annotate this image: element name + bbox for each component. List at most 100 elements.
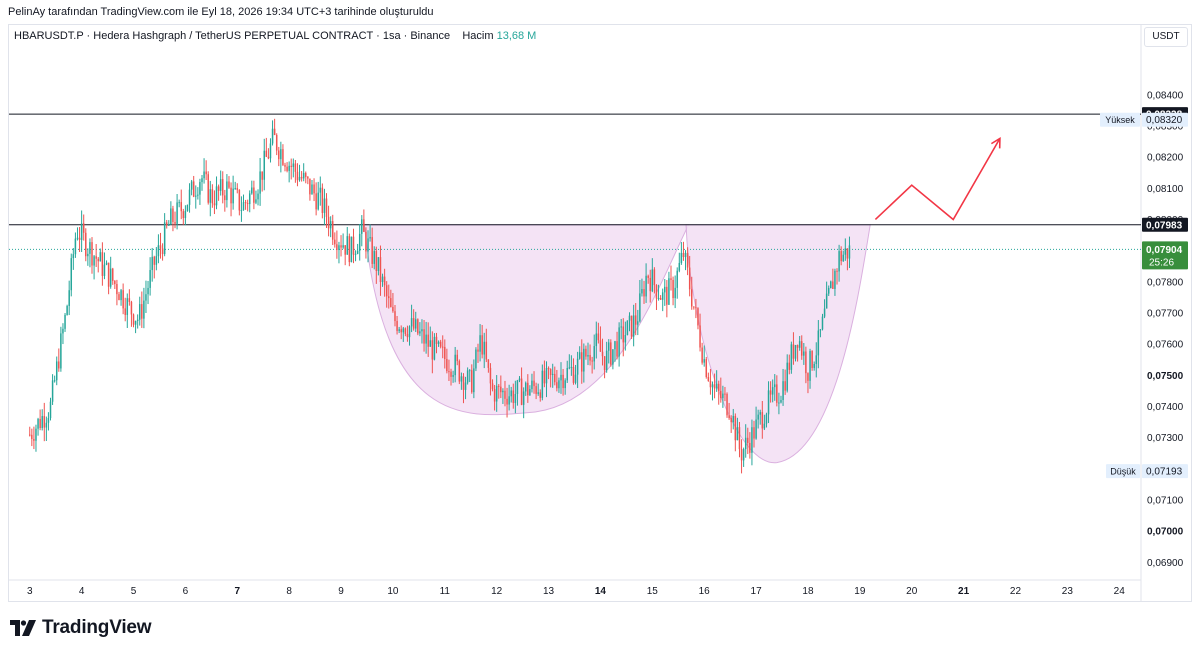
candle-body bbox=[728, 415, 730, 419]
candle-body bbox=[454, 354, 456, 376]
candle-body bbox=[340, 245, 342, 248]
candle-body bbox=[163, 222, 166, 255]
candle-body bbox=[491, 383, 494, 390]
candle-body bbox=[311, 184, 313, 195]
candle-body bbox=[230, 187, 232, 204]
candle-body bbox=[388, 296, 390, 299]
candle-body bbox=[448, 371, 450, 373]
x-tick-label: 23 bbox=[1062, 586, 1074, 597]
candle-body bbox=[423, 329, 425, 344]
candle-body bbox=[807, 373, 809, 381]
candle-body bbox=[414, 319, 417, 329]
candle-body bbox=[203, 171, 205, 179]
candle-body bbox=[248, 193, 251, 205]
candle-body bbox=[352, 236, 355, 255]
candle-body bbox=[539, 392, 542, 398]
candle-body bbox=[549, 369, 552, 375]
candle-body bbox=[500, 386, 502, 393]
candle-body bbox=[483, 341, 485, 355]
candle-body bbox=[217, 186, 220, 191]
candle-body bbox=[275, 134, 278, 151]
candle-body bbox=[734, 415, 737, 441]
x-tick-label: 5 bbox=[131, 586, 137, 597]
candle-body bbox=[246, 203, 249, 205]
x-tick-label: 15 bbox=[647, 586, 659, 597]
candle-body bbox=[788, 362, 791, 370]
candle-body bbox=[338, 245, 340, 251]
candle-body bbox=[255, 199, 257, 203]
candle-body bbox=[529, 389, 531, 396]
candle-body bbox=[444, 346, 446, 360]
candle-body bbox=[122, 290, 124, 309]
candle-body bbox=[263, 150, 266, 180]
y-tick-label: 0,07500 bbox=[1147, 371, 1184, 382]
candle-body bbox=[394, 311, 396, 322]
candle-body bbox=[180, 202, 182, 212]
candle-body bbox=[124, 308, 126, 315]
candle-body bbox=[296, 171, 299, 181]
candle-body bbox=[292, 163, 295, 167]
candle-body bbox=[116, 284, 118, 295]
tradingview-logo[interactable]: TradingView bbox=[10, 616, 152, 640]
candle-body bbox=[838, 251, 840, 272]
candle-body bbox=[566, 368, 568, 381]
candle-body bbox=[425, 334, 427, 344]
candle-body bbox=[506, 398, 508, 405]
candle-body bbox=[618, 327, 620, 357]
candle-body bbox=[601, 351, 604, 357]
candle-body bbox=[178, 202, 180, 204]
candle-body bbox=[647, 275, 649, 278]
candle-body bbox=[294, 163, 297, 172]
candle-body bbox=[78, 237, 81, 240]
candle-body bbox=[471, 370, 473, 393]
candle-body bbox=[827, 288, 830, 294]
candle-body bbox=[136, 319, 139, 321]
low-price-label: 0,07193 bbox=[1146, 467, 1183, 478]
candle-body bbox=[286, 166, 288, 171]
candle-body bbox=[195, 195, 197, 197]
y-tick-label: 0,06900 bbox=[1147, 558, 1184, 569]
candle-body bbox=[576, 358, 579, 375]
x-tick-label: 21 bbox=[958, 586, 970, 597]
candle-body bbox=[535, 386, 537, 394]
candle-body bbox=[475, 349, 477, 369]
candle-body bbox=[346, 236, 349, 255]
candle-body bbox=[624, 334, 627, 343]
candle-body bbox=[37, 418, 39, 429]
candle-body bbox=[605, 350, 608, 371]
candle-body bbox=[832, 281, 834, 289]
candle-body bbox=[724, 393, 726, 395]
x-tick-label: 14 bbox=[595, 586, 607, 597]
candle-body bbox=[622, 326, 625, 343]
candle-body bbox=[493, 389, 496, 402]
candle-body bbox=[373, 251, 375, 264]
price-chart[interactable]: 0,084000,083000,082000,081000,080000,079… bbox=[0, 0, 1200, 652]
candle-body bbox=[651, 269, 654, 292]
candle-body bbox=[170, 208, 172, 225]
candle-body bbox=[82, 223, 85, 233]
candle-body bbox=[524, 382, 527, 392]
candle-body bbox=[126, 298, 129, 315]
candle-body bbox=[446, 359, 448, 372]
candle-body bbox=[512, 390, 515, 403]
candle-body bbox=[431, 340, 434, 360]
candle-body bbox=[452, 375, 454, 377]
candle-body bbox=[168, 224, 170, 226]
candle-body bbox=[43, 416, 46, 428]
candle-body bbox=[848, 245, 851, 259]
x-tick-label: 4 bbox=[79, 586, 85, 597]
candle-body bbox=[846, 248, 849, 259]
high-price-label: 0,08320 bbox=[1146, 115, 1183, 126]
candle-body bbox=[612, 349, 614, 365]
candle-body bbox=[375, 251, 378, 271]
candle-body bbox=[504, 390, 506, 399]
candle-body bbox=[228, 181, 230, 188]
candle-body bbox=[72, 254, 75, 259]
candle-body bbox=[713, 384, 716, 389]
candle-body bbox=[626, 320, 629, 335]
candle-body bbox=[253, 187, 255, 203]
candle-body bbox=[458, 361, 461, 382]
candle-body bbox=[668, 278, 670, 305]
candle-body bbox=[821, 316, 824, 330]
candle-body bbox=[784, 381, 786, 391]
